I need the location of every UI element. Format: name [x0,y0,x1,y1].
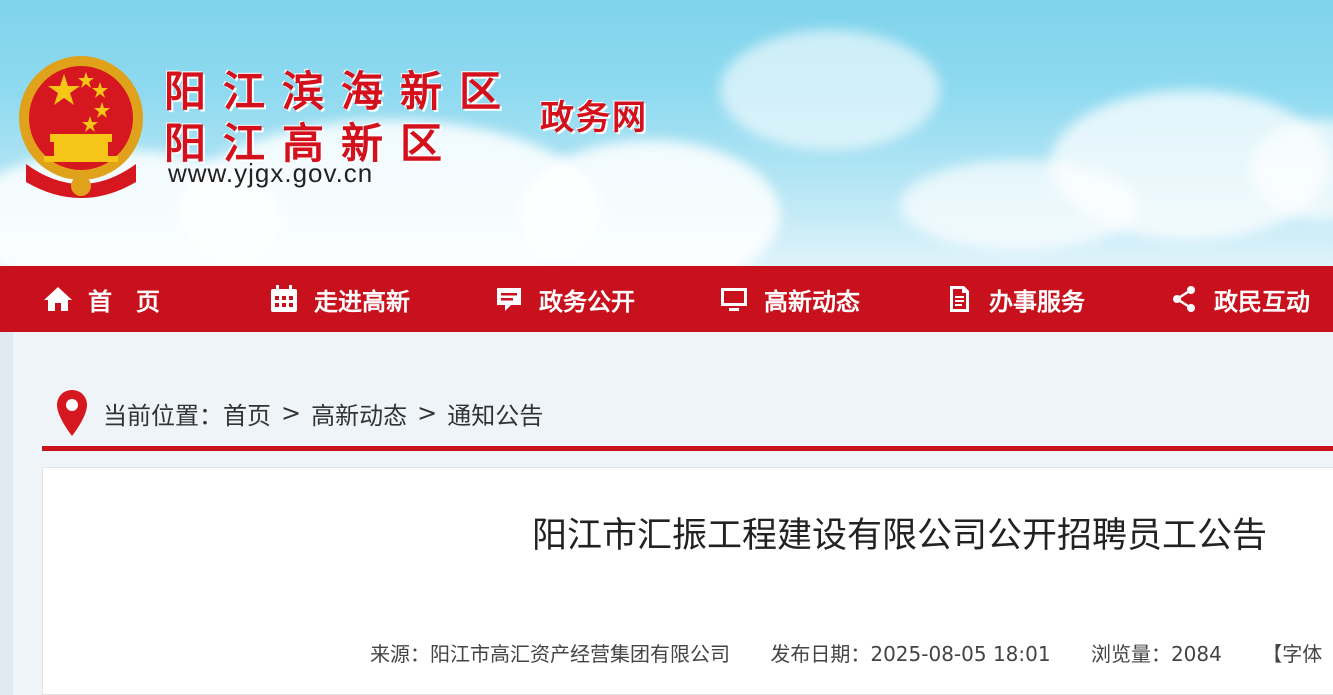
nav-item-interaction[interactable]: 政民互动 [1168,266,1310,332]
breadcrumb-link-notices[interactable]: 通知公告 [447,396,543,431]
nav-label: 首 页 [88,287,160,316]
nav-item-services[interactable]: 办事服务 [943,266,1085,332]
chat-icon [497,288,521,311]
calendar-icon [271,285,297,312]
document-icon [950,286,969,312]
breadcrumb-divider [42,446,1333,451]
breadcrumb-link-home[interactable]: 首页 [223,396,271,431]
article-title: 阳江市汇振工程建设有限公司公开招聘员工公告 [532,516,1268,556]
article-source: 来源：阳江市高汇资产经营集团有限公司 [370,642,730,666]
nav-item-gov-affairs[interactable]: 政务公开 [493,266,635,332]
site-subtitle: 政务网 [540,98,648,138]
article-date: 发布日期：2025-08-05 18:01 [770,642,1051,666]
home-icon [44,287,72,311]
nav-label: 政民互动 [1214,287,1310,316]
site-url: www.yjgx.gov.cn [168,158,374,188]
nav-label: 走进高新 [314,287,410,316]
nav-label: 办事服务 [989,287,1085,316]
left-background [0,332,13,695]
breadcrumb: 当前位置： 首页 > 高新动态 > 通知公告 [55,388,543,438]
breadcrumb-prefix: 当前位置： [103,401,223,430]
breadcrumb-link-news[interactable]: 高新动态 [311,396,407,431]
article-views: 浏览量：2084 [1090,642,1222,666]
main-nav: 首 页 走进高新 政务公开 高新动态 办事服务 政民互动 [0,266,1333,332]
nav-item-about[interactable]: 走进高新 [268,266,410,332]
national-emblem-icon [19,56,143,198]
font-size-control[interactable]: 【字体 [1262,642,1322,666]
location-pin-icon [57,390,87,436]
monitor-icon [721,288,747,311]
article-meta: 来源：阳江市高汇资产经营集团有限公司 发布日期：2025-08-05 18:01… [370,638,1322,667]
nav-label: 高新动态 [764,287,860,316]
nav-item-home[interactable]: 首 页 [42,266,160,332]
nav-item-news[interactable]: 高新动态 [718,266,860,332]
nav-label: 政务公开 [539,287,635,316]
breadcrumb-separator: > [281,399,302,427]
share-icon [1173,286,1195,312]
header-banner: 阳江滨海新区 阳江高新区 政务网 www.yjgx.gov.cn [0,0,1333,266]
breadcrumb-separator: > [417,399,438,427]
